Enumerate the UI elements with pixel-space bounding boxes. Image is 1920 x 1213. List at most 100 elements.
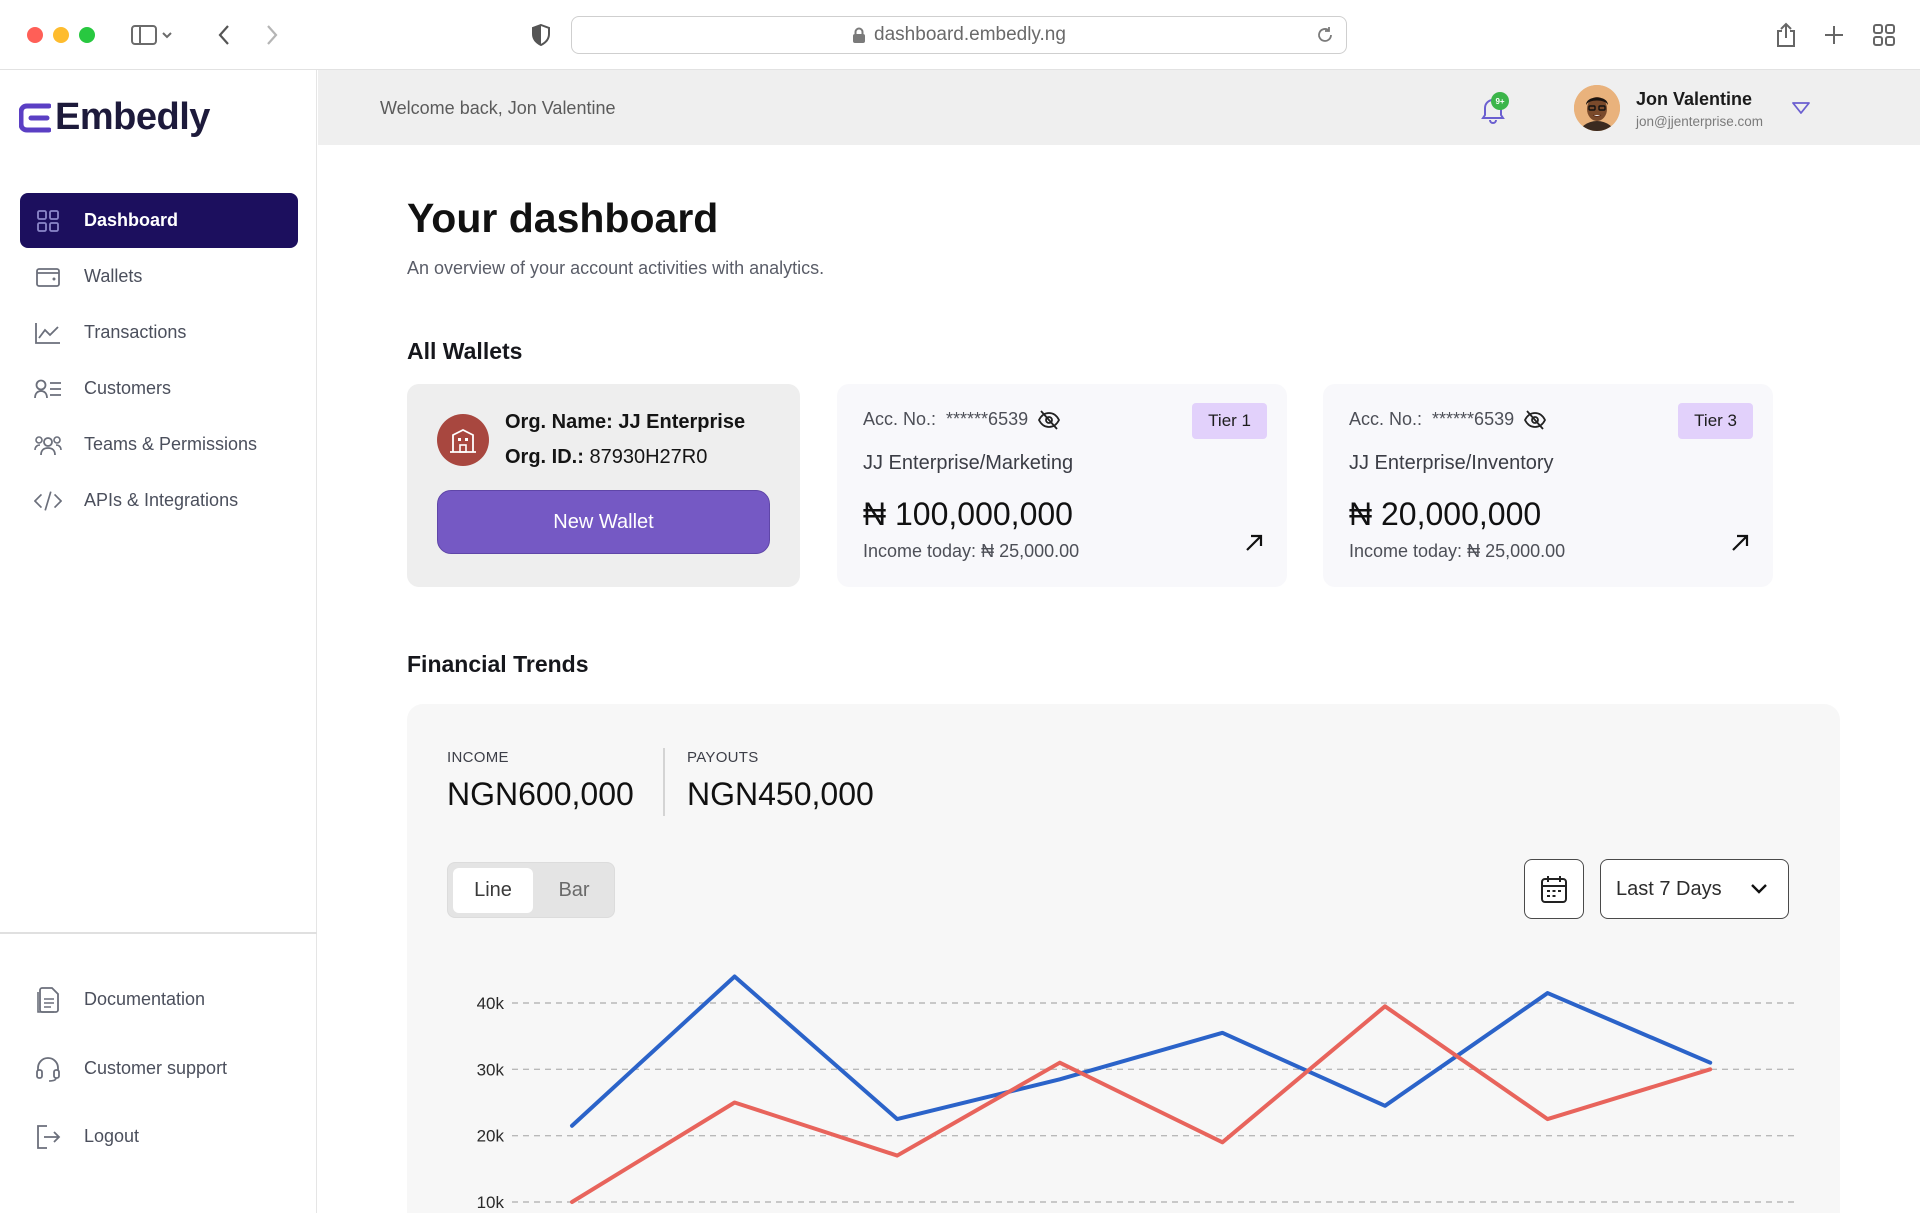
nav-label: Wallets (84, 266, 143, 286)
y-tick-label: 30k (477, 1060, 505, 1079)
nav-dashboard[interactable]: Dashboard (20, 193, 298, 248)
new-tab-icon[interactable] (1818, 19, 1850, 51)
user-email: jon@jjenterprise.com (1636, 114, 1764, 129)
avatar[interactable] (1574, 85, 1620, 131)
arrow-up-right-icon[interactable] (1731, 534, 1749, 552)
logo[interactable]: Embedly (19, 96, 210, 139)
wallet-name: JJ Enterprise/Marketing (863, 452, 1074, 474)
financial-trends-chart: 10k 20k 30k 40k (477, 974, 1795, 1212)
users-icon (34, 431, 62, 459)
financial-trends-panel: INCOME NGN600,000 PAYOUTS NGN450,000 Lin… (407, 704, 1840, 1213)
account-value: ******6539 (1432, 409, 1515, 429)
back-icon[interactable] (208, 19, 240, 51)
forward-icon[interactable] (256, 19, 288, 51)
account-number: Acc. No.: ******6539 (863, 409, 1061, 430)
nav-label: Documentation (84, 989, 206, 1009)
nav-documentation[interactable]: Documentation (20, 972, 298, 1027)
nav-apis-integrations[interactable]: APIs & Integrations (20, 473, 298, 528)
code-icon (34, 487, 62, 515)
welcome-name: Jon Valentine (507, 98, 616, 118)
lock-icon (853, 27, 866, 43)
account-label: Acc. No.: (863, 409, 937, 429)
logout-icon (34, 1123, 62, 1151)
income-today-value: ₦ 25,000.00 (981, 541, 1080, 561)
page-subtitle: An overview of your account activities w… (407, 258, 825, 278)
browser-toolbar: dashboard.embedly.ng (0, 0, 1920, 70)
embedly-logo-icon (19, 103, 51, 132)
income-today-label: Income today: (1349, 541, 1463, 561)
wallet-card[interactable]: Acc. No.: ******6539 Tier 3 JJ Enterpris… (1323, 384, 1773, 587)
wallet-balance: ₦ 20,000,000 (1349, 496, 1542, 532)
notification-badge: 9+ (1491, 92, 1509, 110)
address-bar[interactable]: dashboard.embedly.ng (571, 16, 1347, 54)
nav-label: Dashboard (84, 210, 179, 230)
sidebar: Embedly Dashboard Wallets Transactions C… (0, 70, 317, 1213)
eye-off-icon[interactable] (1038, 409, 1061, 430)
wallets-section-title: All Wallets (407, 338, 523, 364)
income-today-label: Income today: (863, 541, 977, 561)
welcome-message: Welcome back, Jon Valentine (380, 98, 615, 119)
org-id-label: Org. ID.: (505, 446, 584, 468)
trends-section-title: Financial Trends (407, 651, 589, 677)
org-name-label: Org. Name: (505, 411, 613, 433)
account-number: Acc. No.: ******6539 (1349, 409, 1547, 430)
document-icon (34, 986, 62, 1014)
income-today: Income today: ₦ 25,000.00 (863, 541, 1079, 562)
maximize-window-button[interactable] (79, 27, 95, 43)
tier-badge: Tier 3 (1678, 403, 1753, 439)
wallet-name: JJ Enterprise/Inventory (1349, 452, 1554, 474)
nav-transactions[interactable]: Transactions (20, 305, 298, 360)
org-name: Org. Name: JJ Enterprise (505, 411, 745, 434)
y-tick-label: 10k (477, 1193, 505, 1212)
shield-icon[interactable] (525, 19, 557, 51)
share-icon[interactable] (1770, 19, 1802, 51)
nav-label: Customers (84, 378, 172, 398)
nav-wallets[interactable]: Wallets (20, 249, 298, 304)
nav-label: APIs & Integrations (84, 490, 239, 510)
headset-icon (34, 1055, 62, 1083)
nav-customers[interactable]: Customers (20, 361, 298, 416)
nav-label: Logout (84, 1126, 140, 1146)
minimize-window-button[interactable] (53, 27, 69, 43)
user-list-icon (34, 375, 62, 403)
welcome-prefix: Welcome back, (380, 98, 503, 118)
y-tick-label: 40k (477, 994, 505, 1013)
nav-label: Transactions (84, 322, 187, 342)
nav-logout[interactable]: Logout (20, 1109, 298, 1164)
nav-label: Teams & Permissions (84, 434, 258, 454)
account-label: Acc. No.: (1349, 409, 1423, 429)
wallet-balance: ₦ 100,000,000 (863, 496, 1073, 532)
account-value: ******6539 (946, 409, 1029, 429)
grid-icon (34, 207, 62, 235)
url-text: dashboard.embedly.ng (874, 24, 1066, 45)
chart-icon (34, 319, 62, 347)
sidebar-toggle-icon[interactable] (128, 19, 178, 51)
y-tick-label: 20k (477, 1127, 505, 1146)
top-header: Welcome back, Jon Valentine 9+ Jon Valen… (318, 70, 1920, 145)
chevron-down-icon[interactable] (1792, 102, 1810, 114)
wallet-card[interactable]: Acc. No.: ******6539 Tier 1 JJ Enterpris… (837, 384, 1287, 587)
eye-off-icon[interactable] (1524, 409, 1547, 430)
org-id-value: 87930H27R0 (589, 446, 708, 468)
series-line (570, 1004, 1713, 1204)
wallet-icon (34, 263, 62, 291)
income-today: Income today: ₦ 25,000.00 (1349, 541, 1565, 562)
arrow-up-right-icon[interactable] (1245, 534, 1263, 552)
close-window-button[interactable] (27, 27, 43, 43)
reload-icon[interactable] (1316, 26, 1334, 44)
nav-customer-support[interactable]: Customer support (20, 1041, 298, 1096)
nav-teams-permissions[interactable]: Teams & Permissions (20, 417, 298, 472)
tier-badge: Tier 1 (1192, 403, 1267, 439)
income-today-value: ₦ 25,000.00 (1467, 541, 1566, 561)
logo-text: Embedly (55, 96, 210, 138)
building-icon (437, 414, 489, 466)
user-name: Jon Valentine (1636, 89, 1753, 109)
tab-overview-icon[interactable] (1868, 19, 1900, 51)
nav-label: Customer support (84, 1058, 228, 1078)
page-title: Your dashboard (407, 195, 719, 241)
sidebar-divider (0, 932, 317, 934)
org-name-value: JJ Enterprise (618, 411, 746, 433)
new-wallet-button[interactable]: New Wallet (437, 490, 770, 554)
org-id: Org. ID.: 87930H27R0 (505, 446, 707, 469)
org-card: Org. Name: JJ Enterprise Org. ID.: 87930… (407, 384, 800, 587)
